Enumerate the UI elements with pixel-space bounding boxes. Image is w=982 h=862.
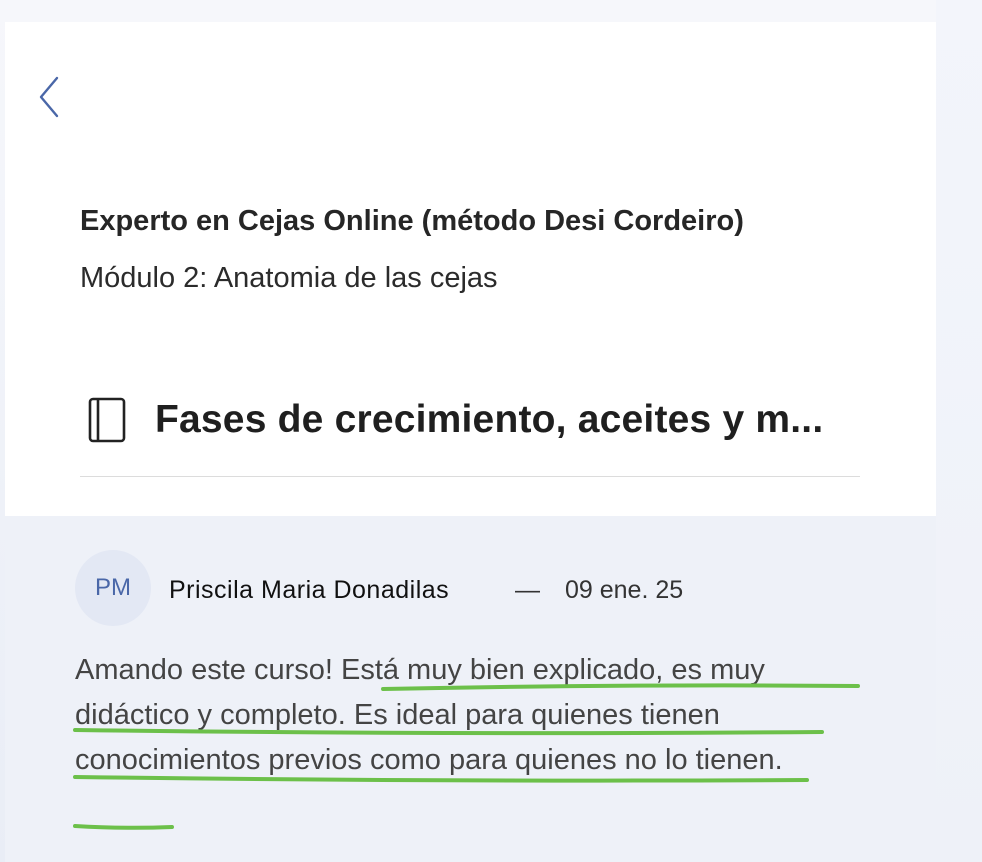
book-icon	[88, 397, 126, 443]
author-name: Priscila Maria Donadilas	[169, 576, 450, 604]
avatar: PM	[75, 550, 151, 626]
chevron-left-icon	[39, 76, 59, 118]
right-edge	[936, 0, 982, 862]
course-title: Experto en Cejas Online (método Desi Cor…	[80, 205, 744, 237]
lesson-row[interactable]: Fases de crecimiento, aceites y m...	[87, 385, 823, 455]
comment-text: Amando este curso! Está muy bien explica…	[75, 654, 783, 776]
back-button[interactable]	[33, 72, 67, 122]
lesson-header-card: Experto en Cejas Online (método Desi Cor…	[5, 22, 936, 516]
module-title: Módulo 2: Anatomia de las cejas	[80, 262, 498, 294]
highlight-underline	[73, 824, 174, 830]
lesson-title: Fases de crecimiento, aceites y m...	[155, 398, 824, 441]
divider	[80, 476, 860, 477]
comment-date: 09 ene. 25	[565, 576, 684, 604]
meta-separator: —	[515, 576, 540, 604]
comment-card: PM Priscila Maria Donadilas — 09 ene. 25…	[5, 516, 936, 862]
